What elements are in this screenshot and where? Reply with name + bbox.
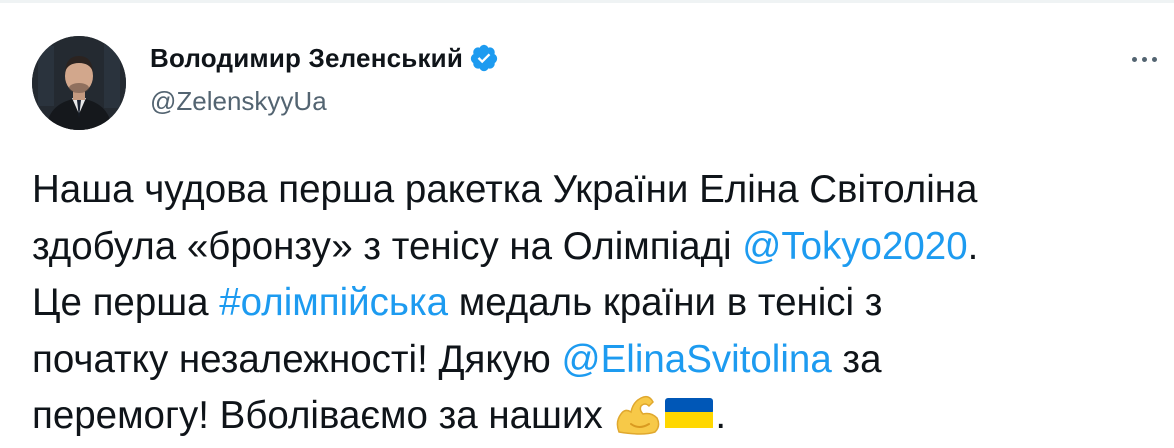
tweet-line: Наша чудова перша ракетка України Еліна … bbox=[32, 162, 1162, 219]
author-display-name[interactable]: Володимир Зеленський bbox=[150, 43, 463, 74]
top-divider bbox=[0, 0, 1174, 3]
more-options-icon[interactable] bbox=[1124, 44, 1164, 74]
more-dot bbox=[1131, 56, 1137, 62]
author-handle[interactable]: @ZelenskyyUa bbox=[150, 86, 327, 117]
tweet-text-segment: медаль країни в тенісі з bbox=[448, 281, 883, 324]
tweet-text-segment: Це перша bbox=[32, 281, 220, 324]
verified-badge-icon bbox=[469, 43, 499, 73]
tweet-line: перемогу! Вболіваємо за наших . bbox=[32, 388, 1162, 445]
tweet-line: здобула «бронзу» з тенісу на Олімпіаді @… bbox=[32, 219, 1162, 276]
more-dot bbox=[1141, 56, 1147, 62]
mention-link-tokyo2020[interactable]: @Tokyo2020 bbox=[742, 225, 967, 268]
flexed-biceps-icon bbox=[613, 392, 663, 436]
tweet-line: початку незалежності! Дякую @ElinaSvitol… bbox=[32, 332, 1162, 389]
ukraine-flag-icon bbox=[663, 392, 715, 436]
tweet-text-segment: Наша чудова перша ракетка України Еліна … bbox=[32, 168, 978, 211]
more-dot bbox=[1151, 56, 1157, 62]
tweet-text-segment: перемогу! Вболіваємо за наших bbox=[32, 394, 614, 437]
tweet-text-segment: . bbox=[967, 224, 979, 268]
tweet-line: Це перша #олімпійська медаль країни в те… bbox=[32, 275, 1162, 332]
avatar[interactable] bbox=[32, 36, 126, 130]
author-name-row[interactable]: Володимир Зеленський bbox=[150, 40, 499, 76]
tweet-text-segment: початку незалежності! Дякую bbox=[32, 337, 562, 381]
tweet-text-segment: за bbox=[831, 337, 882, 381]
mention-link-elinasvitolina[interactable]: @ElinaSvitolina bbox=[562, 338, 832, 381]
tweet-text-segment: здобула «бронзу» з тенісу на Олімпіаді bbox=[32, 224, 743, 268]
tweet-text: Наша чудова перша ракетка України Еліна … bbox=[32, 162, 1162, 445]
hashtag-link[interactable]: #олімпійська bbox=[219, 281, 448, 324]
tweet-text-segment: . bbox=[715, 394, 727, 437]
